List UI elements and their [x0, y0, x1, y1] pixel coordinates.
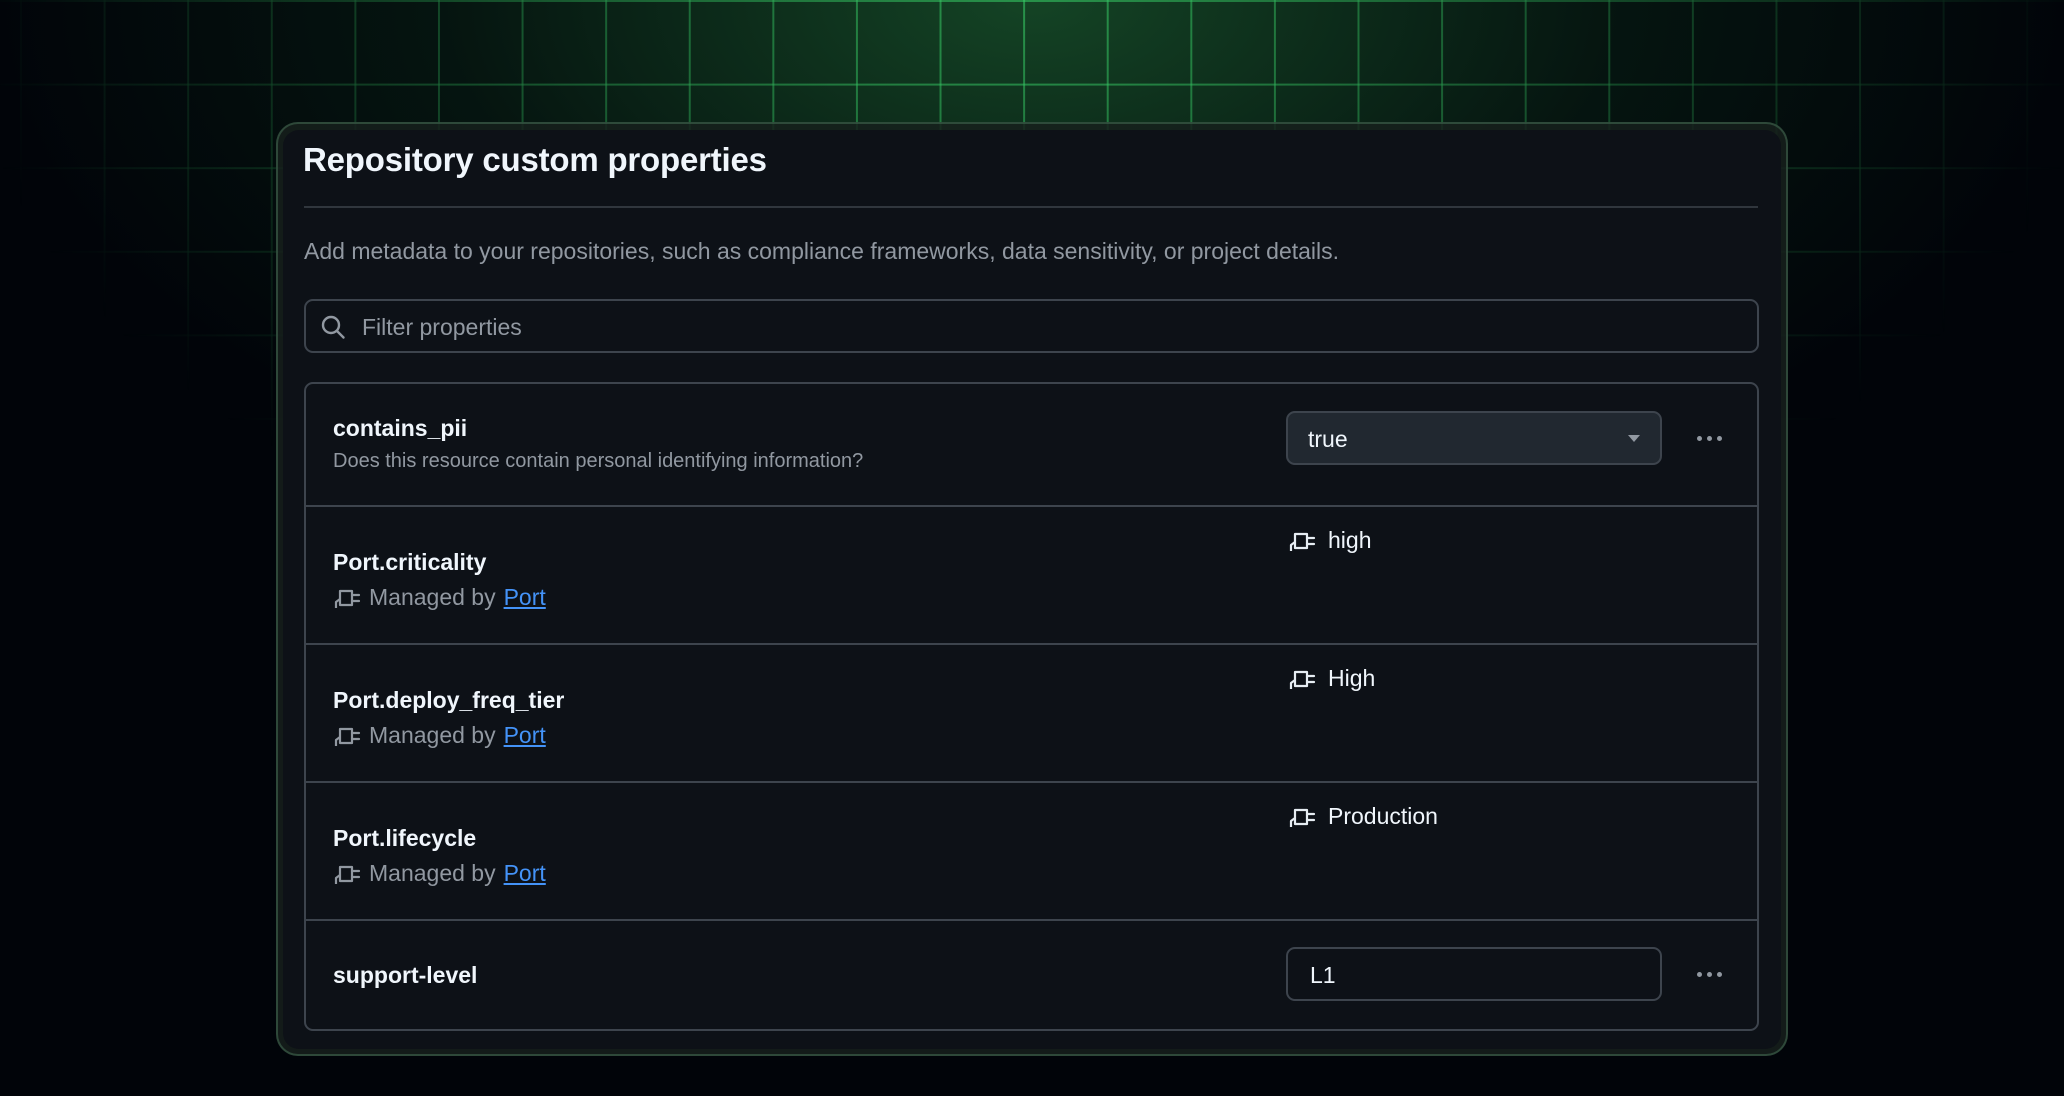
managed-by-text: Managed by: [369, 722, 496, 748]
managed-by-text: Managed by: [369, 584, 496, 610]
property-description: Does this resource contain personal iden…: [333, 450, 864, 472]
property-value-text: High: [1328, 665, 1376, 691]
property-row-support-level: support-level: [306, 921, 1757, 1029]
properties-list: contains_pii Does this resource contain …: [304, 382, 1759, 1031]
port-link[interactable]: Port: [504, 860, 546, 887]
property-value: Production: [1288, 803, 1438, 830]
title-divider: [304, 206, 1758, 208]
kebab-dot: [1706, 435, 1712, 441]
support-level-more-button[interactable]: [1687, 954, 1731, 994]
managed-by-label: Managed by Port: [333, 584, 546, 611]
port-link[interactable]: Port: [504, 722, 546, 749]
kebab-dot: [1706, 971, 1712, 977]
select-value: true: [1308, 426, 1348, 452]
property-row-port-criticality: Port.criticality Managed by Port high: [306, 507, 1757, 645]
screen: Repository custom properties Add metadat…: [0, 0, 2064, 1096]
property-row-contains-pii: contains_pii Does this resource contain …: [306, 384, 1757, 507]
plug-icon: [334, 589, 361, 608]
kebab-dot: [1716, 971, 1722, 977]
property-name: support-level: [333, 962, 478, 988]
property-name: Port.deploy_freq_tier: [333, 687, 565, 713]
managed-by-label: Managed by Port: [333, 860, 546, 887]
filter-properties-input[interactable]: [360, 307, 1744, 347]
managed-by-text: Managed by: [369, 860, 496, 886]
property-name: contains_pii: [333, 415, 468, 441]
property-value-text: high: [1328, 527, 1372, 553]
port-link[interactable]: Port: [504, 584, 546, 611]
plug-icon: [1289, 808, 1316, 827]
property-value: high: [1288, 527, 1371, 554]
support-level-field[interactable]: [1286, 947, 1662, 1001]
contains-pii-more-button[interactable]: [1687, 418, 1731, 458]
kebab-dot: [1716, 435, 1722, 441]
property-value-text: Production: [1328, 803, 1438, 829]
property-name: Port.lifecycle: [333, 825, 477, 851]
property-row-port-deploy-freq-tier: Port.deploy_freq_tier Managed by Port Hi…: [306, 645, 1757, 783]
kebab-dot: [1696, 435, 1702, 441]
page-title: Repository custom properties: [303, 141, 767, 178]
plug-icon: [1289, 670, 1316, 689]
plug-icon: [334, 727, 361, 746]
property-name: Port.criticality: [333, 549, 487, 575]
contains-pii-select[interactable]: true: [1286, 411, 1662, 465]
support-level-input[interactable]: [1308, 956, 1642, 994]
plug-icon: [334, 865, 361, 884]
property-row-port-lifecycle: Port.lifecycle Managed by Port Productio…: [306, 783, 1757, 921]
plug-icon: [1289, 532, 1316, 551]
chevron-down-icon: [1628, 435, 1640, 442]
kebab-dot: [1696, 971, 1702, 977]
page-description: Add metadata to your repositories, such …: [304, 238, 1340, 264]
property-value: High: [1288, 665, 1375, 692]
search-icon: [321, 315, 345, 339]
filter-properties-field[interactable]: [304, 299, 1759, 353]
managed-by-label: Managed by Port: [333, 722, 546, 749]
custom-properties-panel: Repository custom properties Add metadat…: [283, 130, 1781, 1049]
